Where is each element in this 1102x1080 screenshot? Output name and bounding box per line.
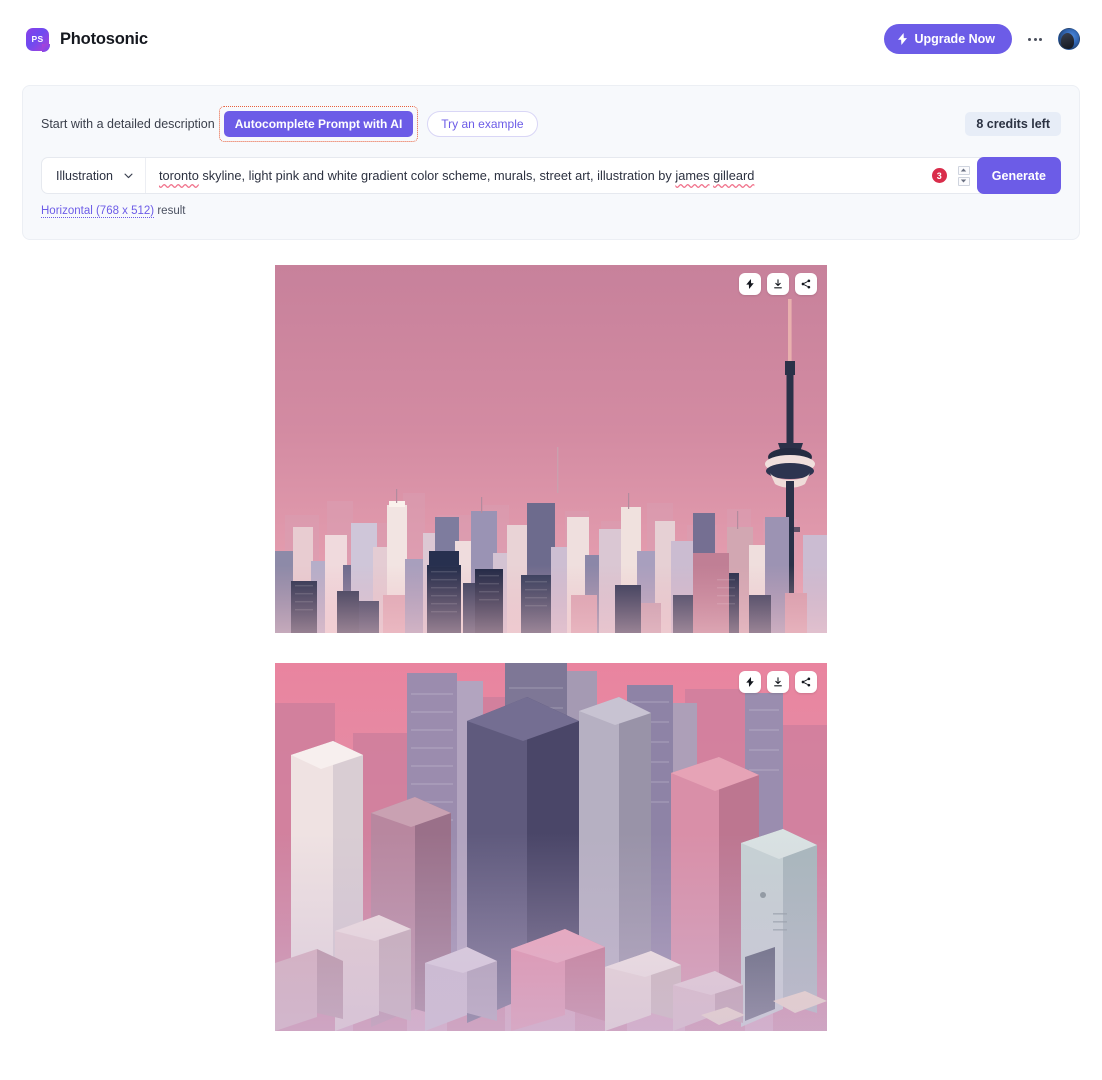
user-avatar[interactable]: [1058, 28, 1080, 50]
result-format-line: Horizontal (768 x 512) result: [41, 205, 1061, 218]
prompt-input-text: toronto skyline, light pink and white gr…: [158, 168, 755, 183]
prompt-input-row: Illustration toronto skyline, light pink…: [41, 157, 1061, 194]
result-image-2[interactable]: [275, 663, 827, 1031]
upscale-button[interactable]: [739, 273, 761, 295]
share-button[interactable]: [795, 273, 817, 295]
logo-initials: PS: [31, 34, 44, 44]
brand-name: Photosonic: [60, 29, 148, 48]
download-icon: [774, 279, 782, 289]
share-icon: [801, 279, 811, 289]
image-count-stepper[interactable]: [957, 158, 970, 193]
results-area: Download Zip with Images: [0, 265, 1102, 1080]
share-icon: [801, 677, 811, 687]
prompt-panel: Start with a detailed description Autoco…: [22, 85, 1080, 240]
result-image-1[interactable]: [275, 265, 827, 633]
style-select[interactable]: Illustration: [42, 158, 146, 193]
image-actions-2: [739, 671, 817, 693]
toronto-skyline-illustration: [275, 265, 827, 633]
prompt-panel-header: Start with a detailed description Autoco…: [41, 106, 1061, 142]
isometric-city-illustration: [275, 663, 827, 1031]
try-an-example-button[interactable]: Try an example: [427, 111, 538, 137]
stepper-up-button[interactable]: [957, 165, 970, 175]
prompt-helpers: Start with a detailed description Autoco…: [41, 106, 538, 142]
image-actions-1: [739, 273, 817, 295]
brand[interactable]: PS Photosonic: [26, 27, 148, 52]
prompt-hint-label: Start with a detailed description: [41, 117, 215, 131]
download-button[interactable]: [767, 671, 789, 693]
prompt-input[interactable]: toronto skyline, light pink and white gr…: [146, 158, 932, 193]
share-button[interactable]: [795, 671, 817, 693]
top-bar-right: Upgrade Now: [884, 24, 1080, 54]
more-options-icon[interactable]: [1025, 32, 1045, 47]
stepper-down-button[interactable]: [957, 176, 970, 186]
credits-badge: 8 credits left: [965, 112, 1061, 136]
lightning-bolt-icon: [898, 33, 908, 45]
upscale-bolt-icon: [746, 279, 754, 289]
upgrade-now-button[interactable]: Upgrade Now: [884, 24, 1012, 54]
autocomplete-highlight: Autocomplete Prompt with AI: [218, 106, 419, 142]
style-select-value: Illustration: [56, 168, 113, 183]
generate-button[interactable]: Generate: [976, 157, 1061, 194]
result-format-suffix: result: [154, 205, 186, 217]
prompt-count-badge: 3: [931, 168, 947, 183]
photosonic-logo-icon: PS: [26, 27, 50, 52]
autocomplete-prompt-button[interactable]: Autocomplete Prompt with AI: [223, 111, 414, 137]
result-format-link[interactable]: Horizontal (768 x 512): [41, 205, 155, 218]
download-icon: [774, 677, 782, 687]
upscale-bolt-icon: [746, 677, 754, 687]
download-button[interactable]: [767, 273, 789, 295]
top-bar: PS Photosonic Upgrade Now: [0, 0, 1102, 78]
upscale-button[interactable]: [739, 671, 761, 693]
chevron-down-icon: [124, 173, 133, 178]
upgrade-now-label: Upgrade Now: [914, 32, 995, 46]
